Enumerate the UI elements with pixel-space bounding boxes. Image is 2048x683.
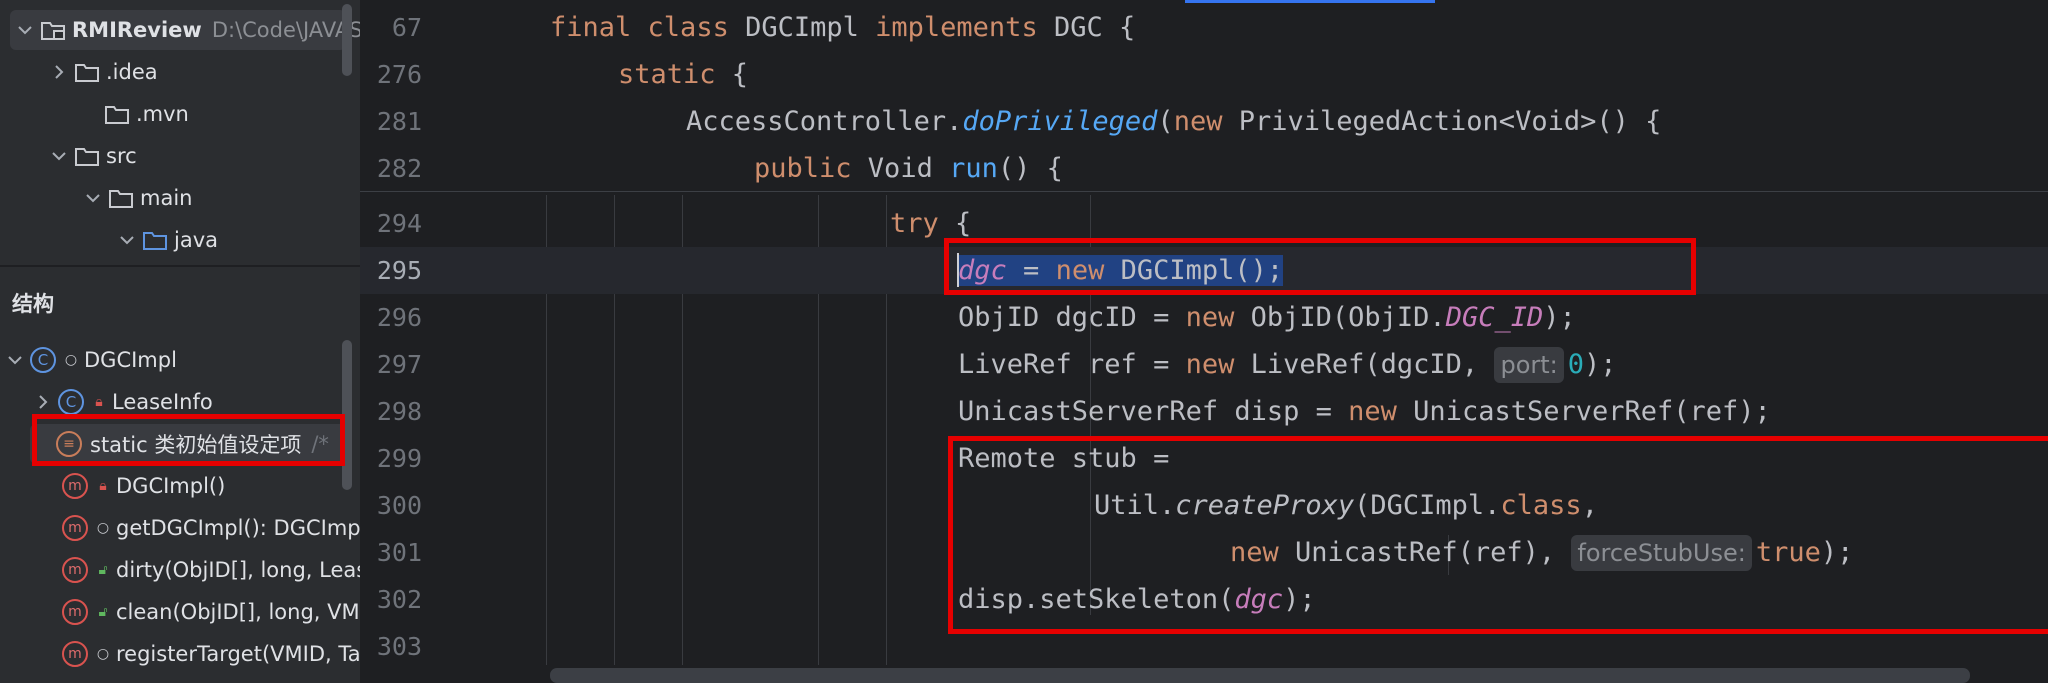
line-number: 281 (376, 107, 422, 136)
project-path: D:\Code\JAVAS (211, 18, 360, 42)
line-number: 295 (376, 256, 422, 285)
public-modifier-icon: ○ (96, 646, 110, 662)
line-number: 67 (391, 13, 422, 42)
structure-item-label: DGCImpl() (116, 474, 226, 498)
method-icon: m (62, 599, 88, 625)
active-tab-indicator (1185, 0, 1435, 3)
tree-item-mvn[interactable]: .mvn (0, 94, 360, 134)
chevron-down-icon[interactable] (10, 25, 40, 35)
method-icon: m (62, 515, 88, 541)
chevron-down-icon[interactable] (78, 193, 108, 203)
structure-item-label: dirty(ObjID[], long, Leas (116, 558, 360, 582)
tree-item-main[interactable]: main (0, 178, 360, 218)
source-folder-icon (143, 232, 167, 250)
unlock-icon: 🔓︎ (98, 604, 108, 620)
chevron-down-icon[interactable] (44, 151, 74, 161)
code-text: UnicastServerRef disp = new UnicastServe… (958, 396, 1771, 427)
structure-item-label: LeaseInfo (112, 390, 213, 414)
code-line-276[interactable]: 276 static { (360, 51, 2048, 98)
line-number: 303 (376, 632, 422, 661)
chevron-right-icon[interactable] (28, 395, 58, 409)
code-text: AccessController.doPrivileged(new Privil… (686, 106, 1662, 137)
tree-item-src[interactable]: src (0, 136, 360, 176)
structure-item-dirty[interactable]: m 🔓︎ dirty(ObjID[], long, Leas (0, 550, 360, 590)
structure-item-label: registerTarget(VMID, Ta (116, 642, 360, 666)
tree-item-idea[interactable]: .idea (0, 52, 360, 92)
class-icon: C (30, 347, 56, 373)
structure-item-label: getDGCImpl(): DGCImp (116, 516, 360, 540)
tree-item-label: .mvn (136, 102, 189, 126)
tree-item-label: java (174, 228, 218, 252)
code-line-297[interactable]: 297 LiveRef ref = new LiveRef(dgcID, por… (360, 341, 2048, 388)
structure-item-label: clean(ObjID[], long, VM (116, 600, 360, 624)
line-number: 294 (376, 209, 422, 238)
highlight-box (944, 238, 1696, 295)
panel-divider[interactable] (0, 265, 360, 267)
chevron-right-icon[interactable] (44, 65, 74, 79)
code-line-298[interactable]: 298 UnicastServerRef disp = new UnicastS… (360, 388, 2048, 435)
tree-item-label: src (106, 144, 137, 168)
line-number: 298 (376, 397, 422, 426)
method-icon: m (62, 473, 88, 499)
lock-icon: 🔒︎ (99, 478, 107, 494)
left-tool-panel: RMIReview D:\Code\JAVAS .idea .mvn src m… (0, 0, 360, 683)
code-text: final class DGCImpl implements DGC { (550, 12, 1136, 43)
line-number: 301 (376, 538, 422, 567)
code-editor[interactable]: 67 final class DGCImpl implements DGC { … (360, 0, 2048, 683)
folder-icon (105, 106, 129, 124)
code-line-281[interactable]: 281 AccessController.doPrivileged(new Pr… (360, 98, 2048, 145)
line-number: 302 (376, 585, 422, 614)
unlock-icon: 🔓︎ (98, 562, 108, 578)
line-number: 282 (376, 154, 422, 183)
project-folder-icon (41, 22, 65, 40)
code-line-296[interactable]: 296 ObjID dgcID = new ObjID(ObjID.DGC_ID… (360, 294, 2048, 341)
project-root-row[interactable]: RMIReview D:\Code\JAVAS (10, 10, 360, 50)
chevron-down-icon[interactable] (0, 355, 30, 365)
folder-icon (75, 64, 99, 82)
highlight-box (32, 414, 345, 466)
code-text: LiveRef ref = new LiveRef(dgcID, port: 0)… (958, 346, 1617, 383)
project-name: RMIReview (72, 18, 202, 42)
code-line-67[interactable]: 67 final class DGCImpl implements DGC { (360, 4, 2048, 51)
structure-item-registertarget[interactable]: m ○ registerTarget(VMID, Ta (0, 634, 360, 674)
folder-icon (109, 190, 133, 208)
code-text: static { (618, 59, 749, 90)
highlight-box (948, 436, 2048, 634)
tree-item-label: .idea (106, 60, 158, 84)
code-text: try { (890, 208, 972, 239)
tree-item-label: main (140, 186, 193, 210)
sticky-lines-separator (360, 191, 2048, 192)
folder-icon (75, 148, 99, 166)
parameter-hint: port: (1494, 346, 1564, 383)
public-modifier-icon: ○ (96, 520, 110, 536)
code-text: ObjID dgcID = new ObjID(ObjID.DGC_ID); (958, 302, 1576, 333)
lock-icon: 🔒︎ (95, 394, 103, 410)
line-number: 299 (376, 444, 422, 473)
method-icon: m (62, 641, 88, 667)
structure-item-constructor[interactable]: m 🔒︎ DGCImpl() (0, 466, 360, 506)
tree-item-java[interactable]: java (0, 220, 360, 260)
chevron-down-icon[interactable] (112, 235, 142, 245)
code-text: public Void run() { (754, 153, 1063, 184)
public-modifier-icon: ○ (64, 352, 78, 368)
line-number: 276 (376, 60, 422, 89)
structure-panel-title: 结构 (12, 292, 54, 316)
horizontal-scrollbar[interactable] (550, 668, 1970, 683)
project-tree-scrollbar[interactable] (342, 4, 352, 76)
class-icon: C (58, 389, 84, 415)
line-number: 296 (376, 303, 422, 332)
method-icon: m (62, 557, 88, 583)
structure-item-getdgcimpl[interactable]: m ○ getDGCImpl(): DGCImp (0, 508, 360, 548)
structure-item-clean[interactable]: m 🔓︎ clean(ObjID[], long, VM (0, 592, 360, 632)
structure-root-row[interactable]: C ○ DGCImpl (0, 340, 360, 380)
structure-root-label: DGCImpl (84, 348, 177, 372)
code-line-282[interactable]: 282 public Void run() { (360, 145, 2048, 192)
line-number: 297 (376, 350, 422, 379)
line-number: 300 (376, 491, 422, 520)
